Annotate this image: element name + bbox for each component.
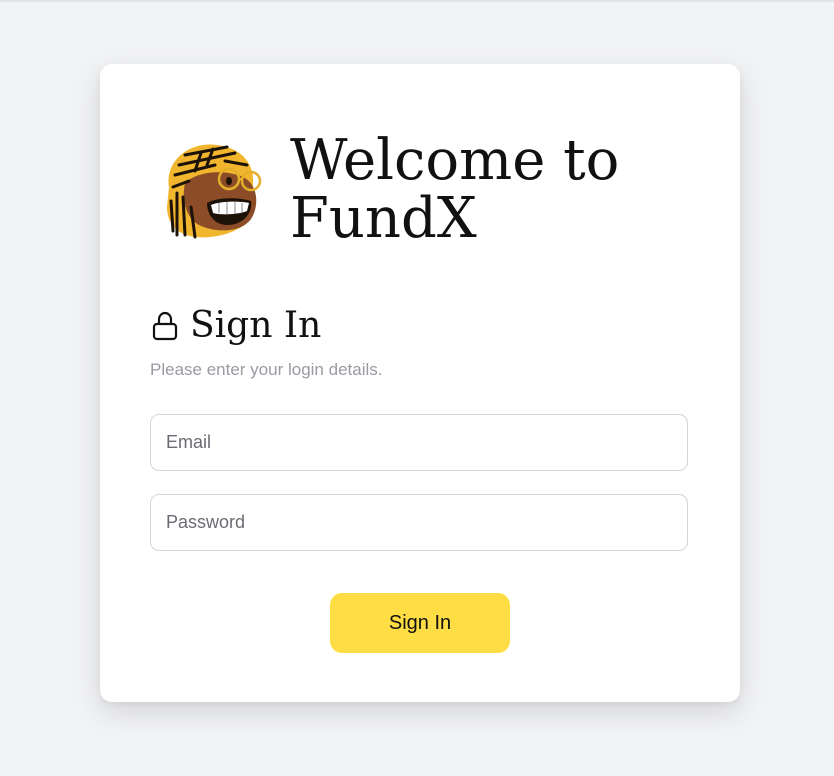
email-field[interactable] bbox=[150, 414, 688, 471]
lock-icon bbox=[152, 311, 178, 341]
mascot-avatar-icon bbox=[167, 144, 262, 239]
signin-heading: Sign In bbox=[152, 304, 321, 348]
login-card: Welcome to FundX Sign In Please enter yo… bbox=[100, 64, 740, 702]
page-title: Welcome to FundX bbox=[290, 128, 620, 251]
signin-subtitle: Please enter your login details. bbox=[150, 360, 383, 379]
signin-button[interactable]: Sign In bbox=[330, 593, 510, 653]
signin-title: Sign In bbox=[190, 305, 322, 346]
top-divider bbox=[0, 0, 834, 2]
hero-header: Welcome to FundX bbox=[155, 132, 620, 248]
password-field[interactable] bbox=[150, 494, 688, 551]
